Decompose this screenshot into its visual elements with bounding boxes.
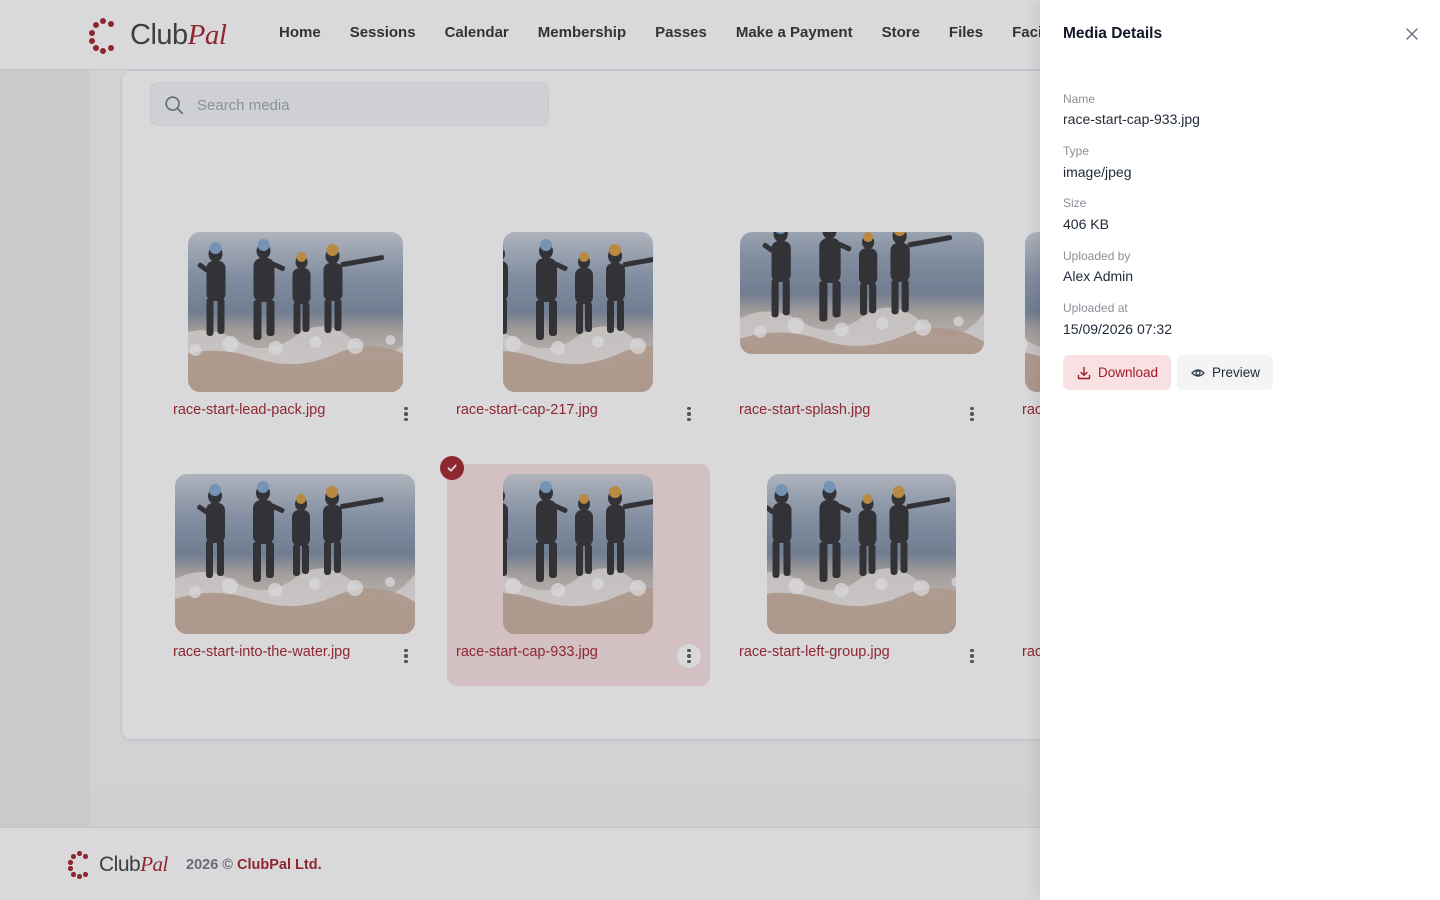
media-thumbnail-image	[188, 232, 403, 392]
media-details-drawer: Media Details Name race-start-cap-933.jp…	[1040, 0, 1440, 900]
size-value: 406 KB	[1063, 216, 1109, 232]
more-vertical-icon[interactable]	[677, 402, 701, 426]
uploaded-by-label: Uploaded by	[1063, 249, 1131, 263]
name-label: Name	[1063, 92, 1096, 106]
media-item-name[interactable]: race-start-cap-217.jpg	[456, 402, 598, 418]
size-label: Size	[1063, 196, 1087, 210]
uploaded-at-value: 15/09/2026 07:32	[1063, 321, 1172, 337]
left-gutter	[0, 70, 90, 827]
media-thumbnail[interactable]	[503, 474, 653, 634]
nav-item-make-a-payment[interactable]: Make a Payment	[736, 24, 853, 41]
media-item[interactable]: rac	[1013, 222, 1040, 444]
media-item[interactable]: race-start-into-the-water.jpg	[164, 464, 447, 686]
nav-item-sessions[interactable]: Sessions	[350, 24, 416, 41]
uploaded-at-label: Uploaded at	[1063, 301, 1128, 315]
media-item[interactable]: race-start-splash.jpg	[730, 222, 1013, 444]
nav-item-calendar[interactable]: Calendar	[445, 24, 509, 41]
more-vertical-icon[interactable]	[677, 644, 701, 668]
media-item-name[interactable]: race-start-cap-933.jpg	[456, 644, 598, 660]
media-item-selected[interactable]: race-start-cap-933.jpg	[440, 456, 710, 686]
type-label: Type	[1063, 144, 1090, 158]
type-value: image/jpeg	[1063, 164, 1132, 180]
media-thumbnail-image	[503, 474, 653, 634]
nav-item-files[interactable]: Files	[949, 24, 983, 41]
more-vertical-icon[interactable]	[960, 402, 984, 426]
media-thumbnail[interactable]	[503, 232, 653, 392]
more-vertical-icon[interactable]	[394, 644, 418, 668]
download-button-label: Download	[1098, 365, 1159, 380]
media-item[interactable]: race-start-left-group.jpg	[730, 464, 1013, 686]
media-item[interactable]: race-start-cap-217.jpg	[447, 222, 730, 444]
nav-item-store[interactable]: Store	[882, 24, 920, 41]
media-item-name[interactable]: race-start-lead-pack.jpg	[173, 402, 325, 418]
logo-wordmark: ClubPal	[130, 18, 227, 51]
more-vertical-icon[interactable]	[960, 644, 984, 668]
nav-item-home[interactable]: Home	[279, 24, 321, 41]
preview-button[interactable]: Preview	[1177, 355, 1273, 390]
footer-copyright: 2026 © ClubPal Ltd.	[186, 857, 322, 873]
media-thumbnail[interactable]	[188, 232, 403, 392]
media-thumbnail-image	[503, 232, 653, 392]
media-thumbnail-image	[740, 232, 984, 354]
download-button[interactable]: Download	[1063, 355, 1171, 390]
media-thumbnail[interactable]	[740, 232, 984, 354]
media-item-name[interactable]: race-start-into-the-water.jpg	[173, 644, 350, 660]
preview-button-label: Preview	[1212, 365, 1261, 380]
media-thumbnail[interactable]	[1025, 232, 1040, 392]
drawer-title: Media Details	[1063, 25, 1163, 42]
media-item-name[interactable]: race-start-left-group.jpg	[739, 644, 890, 660]
logo-mark-icon	[88, 16, 118, 54]
clubpal-logo[interactable]: ClubPal	[88, 16, 227, 54]
download-icon	[1077, 366, 1091, 379]
media-item-name[interactable]: rac	[1022, 644, 1040, 660]
close-icon[interactable]	[1403, 25, 1421, 43]
logo-mark-icon	[68, 850, 90, 879]
media-item-name[interactable]: rac	[1022, 402, 1040, 418]
search-icon	[165, 96, 184, 115]
nav-item-membership[interactable]: Membership	[538, 24, 626, 41]
media-item-name[interactable]: race-start-splash.jpg	[739, 402, 870, 418]
media-thumbnail-image	[767, 474, 956, 634]
media-item[interactable]: race-start-lead-pack.jpg	[164, 222, 447, 444]
media-search-box[interactable]	[150, 82, 549, 127]
media-thumbnail[interactable]	[767, 474, 956, 634]
footer-company-link[interactable]: ClubPal Ltd.	[237, 857, 322, 873]
main-nav: Home Sessions Calendar Membership Passes…	[279, 24, 1093, 41]
check-icon[interactable]	[440, 456, 464, 480]
more-vertical-icon[interactable]	[394, 402, 418, 426]
media-item[interactable]: rac	[1013, 464, 1040, 686]
logo-wordmark: ClubPal	[99, 851, 168, 876]
search-input[interactable]	[197, 83, 537, 127]
eye-icon	[1191, 368, 1205, 377]
uploaded-by-value: Alex Admin	[1063, 268, 1134, 284]
footer-logo[interactable]: ClubPal	[68, 850, 168, 879]
media-thumbnail-image	[1025, 232, 1040, 392]
media-thumbnail[interactable]	[175, 474, 415, 634]
media-thumbnail-image	[175, 474, 415, 634]
nav-item-passes[interactable]: Passes	[655, 24, 707, 41]
name-value: race-start-cap-933.jpg	[1063, 111, 1200, 127]
